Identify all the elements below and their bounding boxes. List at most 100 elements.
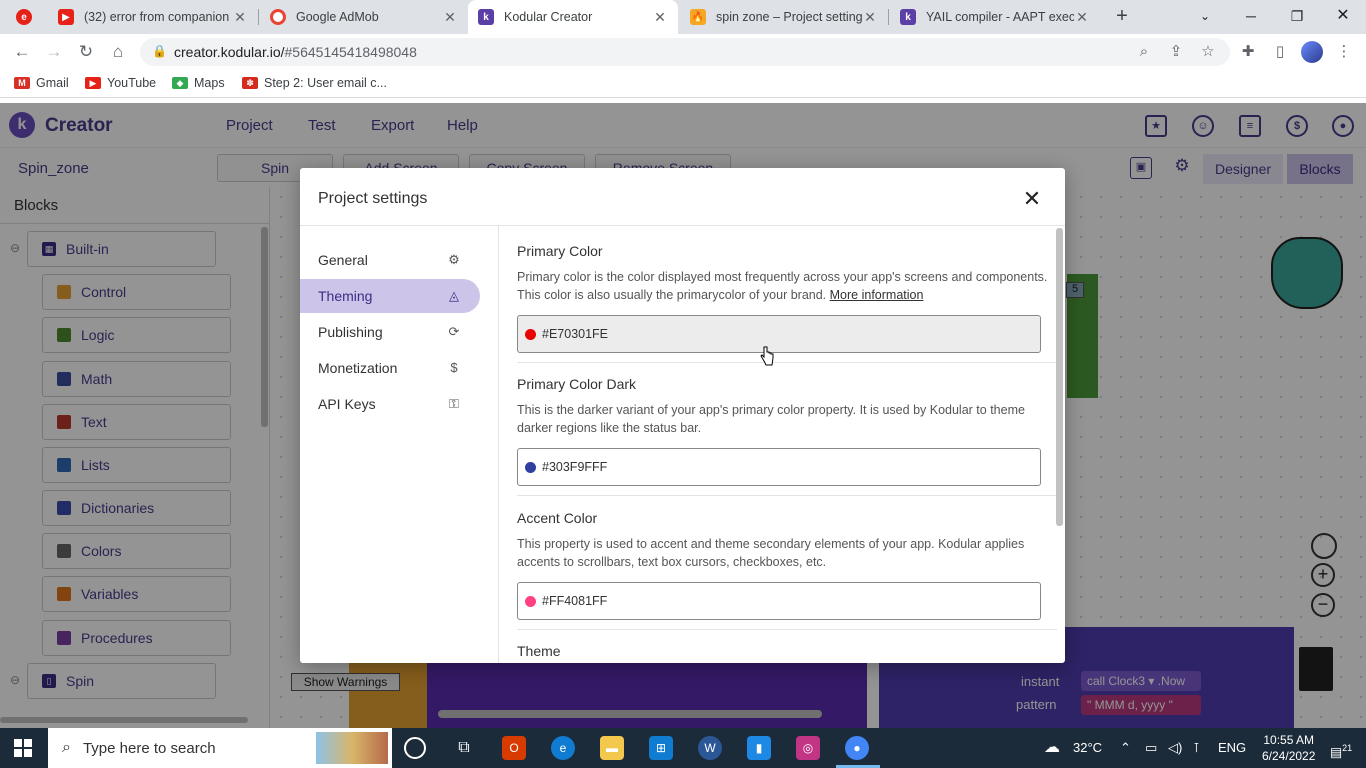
tab-admob[interactable]: Google AdMob ✕ xyxy=(260,2,468,32)
bookmark-step2[interactable]: ✽ Step 2: User email c... xyxy=(242,76,387,90)
language[interactable]: ENG xyxy=(1218,728,1246,768)
close-tab-icon[interactable]: ✕ xyxy=(442,9,458,26)
home-button[interactable]: ⌂ xyxy=(106,40,130,64)
nav-api-keys[interactable]: API Keys ⚿ xyxy=(300,387,480,421)
dialog-title: Project settings xyxy=(318,190,428,207)
youtube-icon: ▶ xyxy=(85,77,101,89)
volume-icon[interactable]: ◁) xyxy=(1168,728,1182,768)
tray-chevron-icon[interactable]: ⌃ xyxy=(1120,728,1131,768)
word-icon[interactable]: W xyxy=(698,736,722,760)
windows-taskbar: ⌕ Type here to search ⧉ O e ▬ ⊞ W ▮ ◎ ● … xyxy=(0,728,1366,768)
divider xyxy=(517,629,1057,630)
tab-search-button[interactable]: ⌄ xyxy=(1182,0,1228,34)
hand-cursor-icon xyxy=(760,346,774,366)
tab-title: YAIL compiler - AAPT execu xyxy=(926,10,1074,24)
more-information-link[interactable]: More information xyxy=(830,288,924,302)
browser-app-icon: e xyxy=(16,9,32,25)
new-tab-button[interactable]: + xyxy=(1110,4,1134,28)
notifications-icon[interactable]: ▤21 xyxy=(1326,728,1356,768)
nav-monetization[interactable]: Monetization $ xyxy=(300,351,480,385)
network-icon[interactable]: ▭ xyxy=(1145,728,1157,768)
close-window-button[interactable]: ✕ xyxy=(1320,0,1366,34)
color-value: #303F9FFF xyxy=(542,460,608,474)
section-title: Accent Color xyxy=(517,510,598,526)
task-view-icon[interactable]: ⧉ xyxy=(452,736,476,760)
gmail-icon: M xyxy=(14,77,30,89)
tab-firebase[interactable]: 🔥 spin zone – Project settings ✕ xyxy=(680,2,888,32)
kodular-icon: k xyxy=(900,9,916,25)
bookmark-maps[interactable]: ◆ Maps xyxy=(172,76,225,90)
browser-toolbar: ← → ↻ ⌂ 🔒 creator.kodular.io/#5645145418… xyxy=(0,34,1366,70)
close-tab-icon[interactable]: ✕ xyxy=(862,9,878,26)
theme-section: Theme xyxy=(517,643,1052,663)
reload-button[interactable]: ↻ xyxy=(74,40,98,64)
bookmark-star-icon[interactable]: ☆ xyxy=(1197,41,1219,63)
tab-yail-compiler[interactable]: k YAIL compiler - AAPT execu ✕ xyxy=(890,2,1100,32)
zoom-icon[interactable]: ⌕ xyxy=(1133,41,1155,63)
windows-start-icon[interactable] xyxy=(14,739,32,757)
admob-icon xyxy=(270,9,286,25)
edge-icon[interactable]: e xyxy=(551,736,575,760)
maps-icon: ◆ xyxy=(172,77,188,89)
tab-kodular-creator[interactable]: k Kodular Creator ✕ xyxy=(468,0,678,34)
cortana-icon[interactable] xyxy=(404,737,426,759)
clock-date: 6/24/2022 xyxy=(1262,749,1316,763)
project-settings-dialog: Project settings ✕ General ⚙ Theming ◬ P… xyxy=(300,168,1065,663)
restore-button[interactable]: ❐ xyxy=(1274,0,1320,34)
theming-settings: Primary Color Primary color is the color… xyxy=(499,226,1065,663)
taskbar-clock[interactable]: 10:55 AM 6/24/2022 xyxy=(1262,732,1315,764)
chrome-icon[interactable]: ● xyxy=(845,736,869,760)
store-icon[interactable]: ⊞ xyxy=(649,736,673,760)
section-title: Theme xyxy=(517,643,561,659)
search-highlight-image xyxy=(316,732,388,764)
close-tab-icon[interactable]: ✕ xyxy=(652,9,668,26)
side-panel-icon[interactable]: ▯ xyxy=(1269,41,1291,63)
dialog-scrollbar[interactable] xyxy=(1056,228,1063,526)
bookmark-youtube[interactable]: ▶ YouTube xyxy=(85,76,156,90)
close-tab-icon[interactable]: ✕ xyxy=(1074,9,1090,26)
weather-icon[interactable]: ☁ xyxy=(1044,728,1060,768)
firebase-icon: 🔥 xyxy=(690,9,706,25)
url-text: creator.kodular.io/#5645145418498048 xyxy=(174,44,417,60)
address-bar[interactable]: 🔒 creator.kodular.io/#5645145418498048 xyxy=(140,38,1230,66)
temperature[interactable]: 32°C xyxy=(1073,728,1102,768)
forward-button[interactable]: → xyxy=(42,40,66,64)
browser-tab-strip: e ▶ (32) error from companion ✕ Google A… xyxy=(0,0,1366,34)
divider xyxy=(517,495,1057,496)
instagram-icon[interactable]: ◎ xyxy=(796,736,820,760)
chrome-menu-tab[interactable]: e xyxy=(6,2,48,32)
color-value: #E70301FE xyxy=(542,327,609,341)
wifi-icon[interactable]: ⊺ xyxy=(1193,728,1200,768)
share-icon[interactable]: ⇪ xyxy=(1165,41,1187,63)
search-placeholder: Type here to search xyxy=(82,739,216,757)
primary-color-input[interactable]: #E70301FE xyxy=(517,315,1041,353)
bookmark-gmail[interactable]: M Gmail xyxy=(14,76,69,90)
app-icon[interactable]: ▮ xyxy=(747,736,771,760)
section-description: Primary color is the color displayed mos… xyxy=(517,270,1048,302)
back-button[interactable]: ← xyxy=(10,40,34,64)
accent-color-input[interactable]: #FF4081FF xyxy=(517,582,1041,620)
close-tab-icon[interactable]: ✕ xyxy=(232,9,248,26)
chrome-menu-icon[interactable]: ⋮ xyxy=(1333,41,1355,63)
office-icon[interactable]: O xyxy=(502,736,526,760)
accent-color-section: Accent Color This property is used to ac… xyxy=(517,510,1052,620)
nav-publishing[interactable]: Publishing ⟳ xyxy=(300,315,480,349)
color-swatch xyxy=(525,595,536,607)
tab-youtube[interactable]: ▶ (32) error from companion ✕ xyxy=(48,2,258,32)
tab-title: Kodular Creator xyxy=(504,10,593,24)
nav-general[interactable]: General ⚙ xyxy=(300,243,480,277)
taskbar-search[interactable]: ⌕ Type here to search xyxy=(48,728,392,768)
kodular-icon: k xyxy=(478,9,494,25)
tab-separator xyxy=(888,9,889,25)
file-explorer-icon[interactable]: ▬ xyxy=(600,736,624,760)
color-value: #FF4081FF xyxy=(542,594,608,608)
primary-color-dark-input[interactable]: #303F9FFF xyxy=(517,448,1041,486)
profile-avatar[interactable] xyxy=(1301,41,1323,63)
nav-theming[interactable]: Theming ◬ xyxy=(300,279,480,313)
extensions-icon[interactable]: ✚ xyxy=(1237,41,1259,63)
section-description: This property is used to accent and them… xyxy=(517,537,1025,569)
search-icon: ⌕ xyxy=(62,739,71,756)
minimize-button[interactable]: ─ xyxy=(1228,0,1274,34)
close-dialog-button[interactable]: ✕ xyxy=(1020,188,1044,212)
color-swatch xyxy=(525,328,536,340)
